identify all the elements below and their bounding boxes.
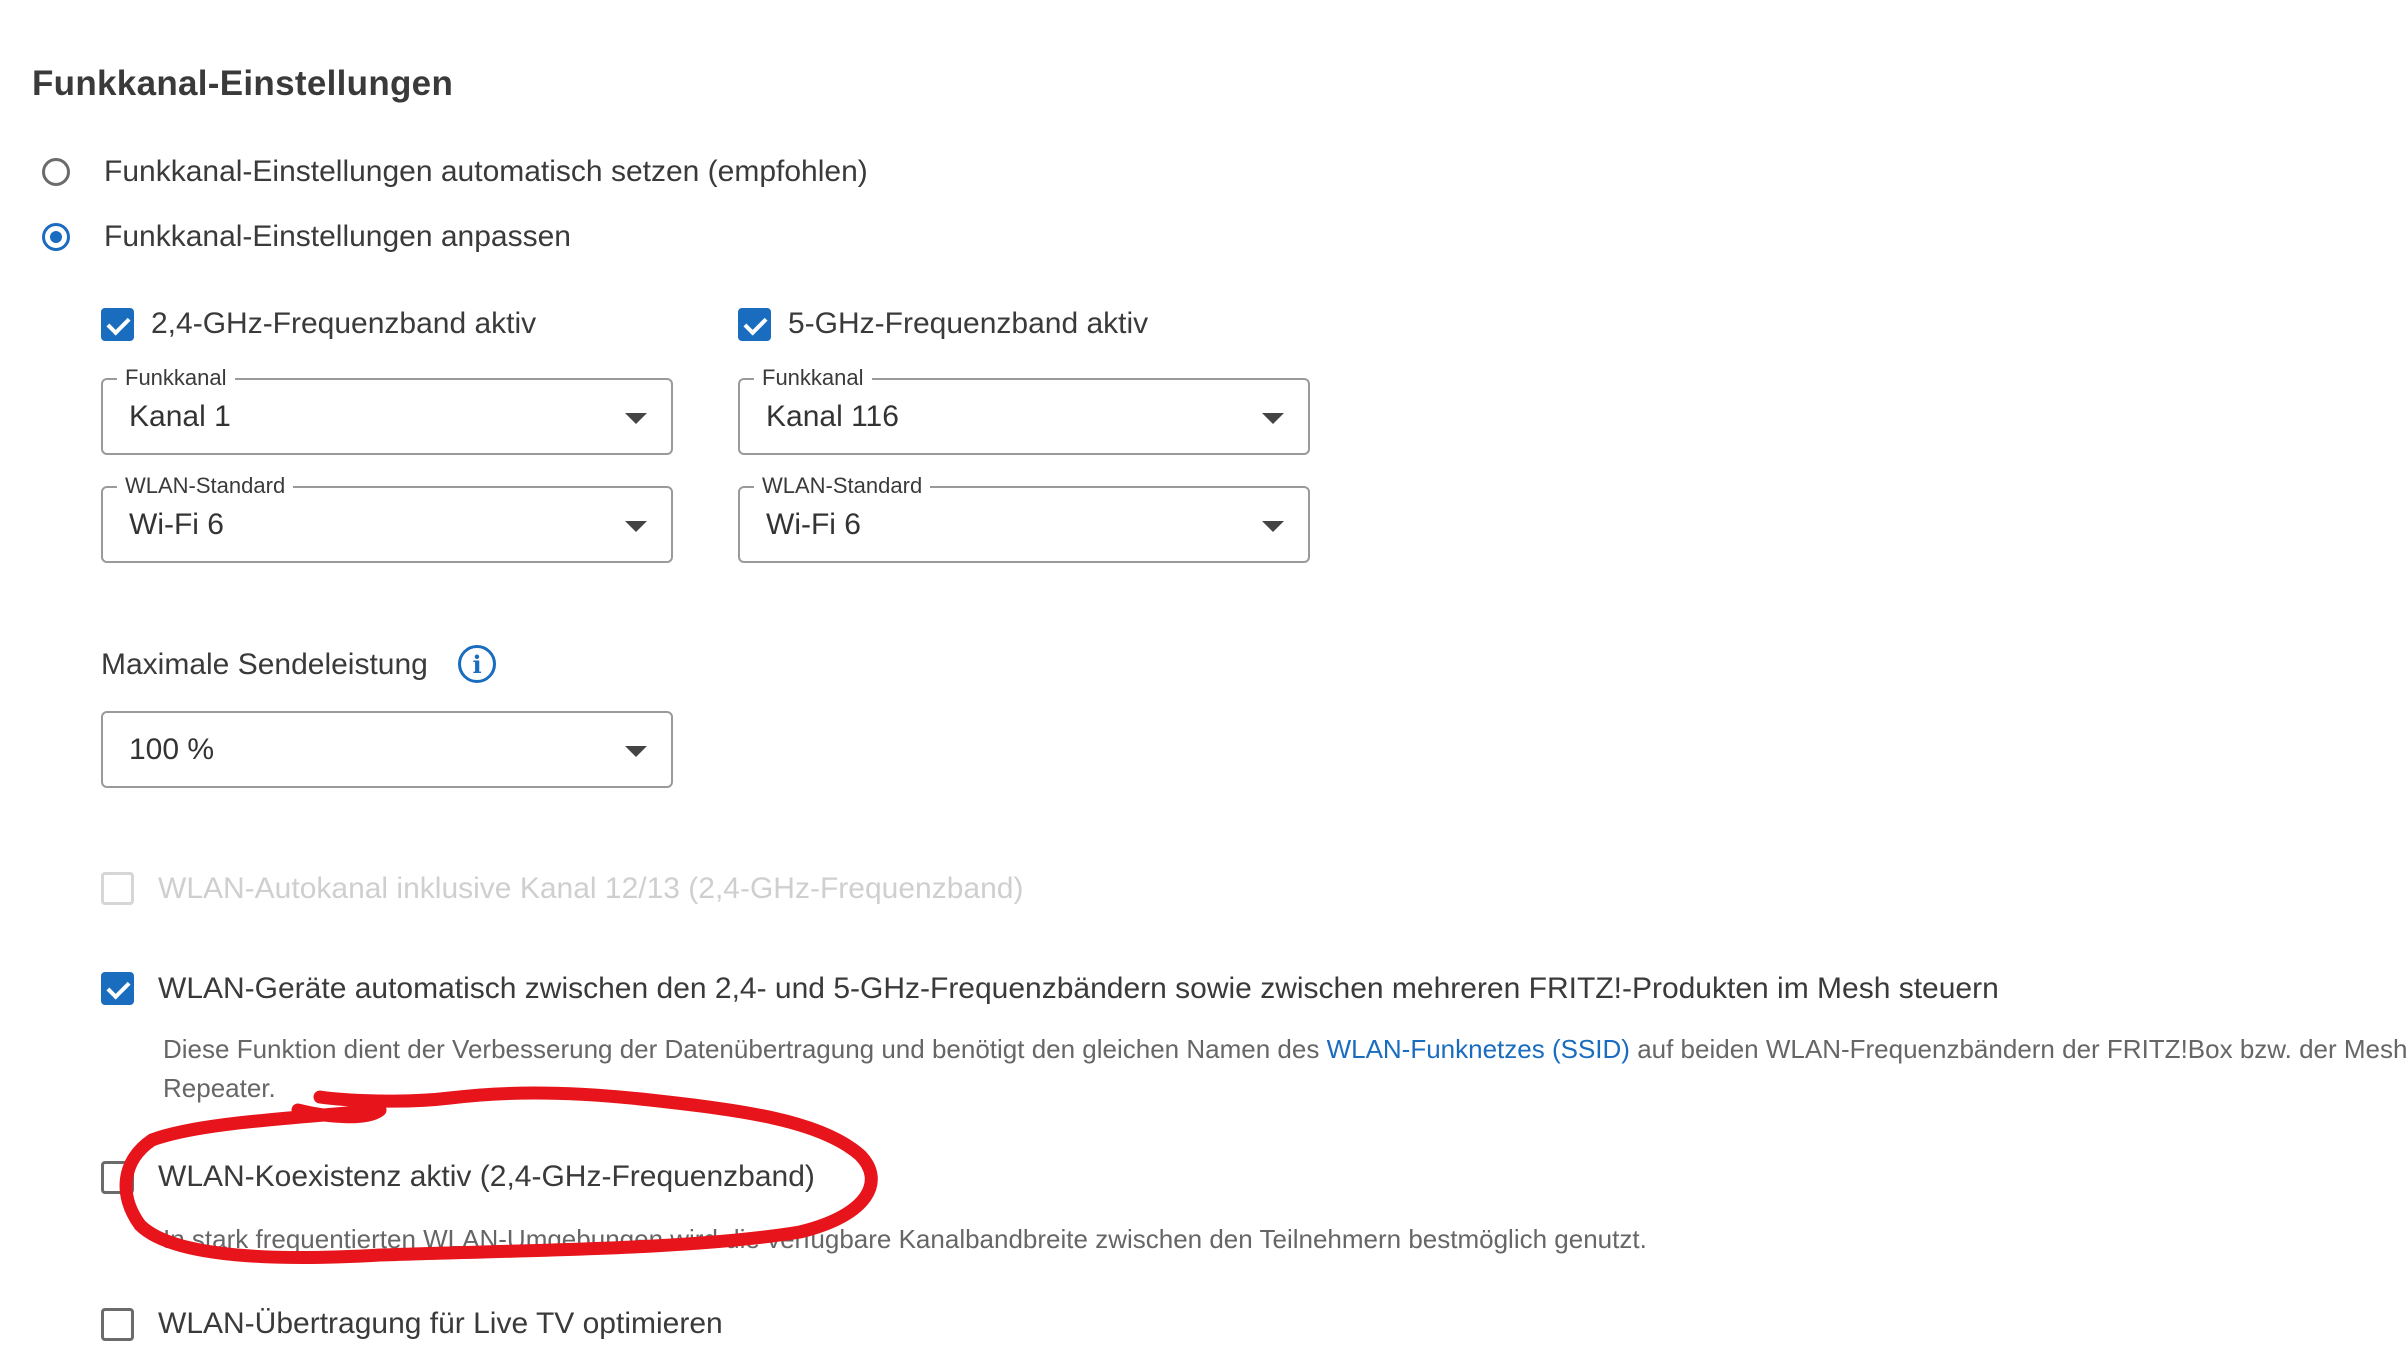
band24-standard-select[interactable]: WLAN-Standard Wi-Fi 6 xyxy=(101,473,673,563)
band24-channel-legend: Funkkanal xyxy=(117,365,235,391)
autochannel-checkbox xyxy=(101,872,134,905)
band24-channel-select[interactable]: Funkkanal Kanal 1 xyxy=(101,365,673,455)
band5-checkbox[interactable] xyxy=(738,308,771,341)
coexistence-label[interactable]: WLAN-Koexistenz aktiv (2,4-GHz-Frequenzb… xyxy=(158,1160,815,1194)
chevron-down-icon xyxy=(625,413,647,424)
radio-auto-label[interactable]: Funkkanal-Einstellungen automatisch setz… xyxy=(104,155,868,189)
band5-label[interactable]: 5-GHz-Frequenzband aktiv xyxy=(788,307,1148,341)
band24-standard-value: Wi-Fi 6 xyxy=(129,508,224,541)
steering-description-line2: Repeater. xyxy=(163,1073,276,1103)
steering-desc-text-2: auf beiden WLAN-Frequenzbändern der FRIT… xyxy=(1629,1034,2407,1064)
steering-checkbox[interactable] xyxy=(101,972,134,1005)
ssid-link[interactable]: WLAN-Funknetzes (SSID) xyxy=(1327,1034,1630,1064)
chevron-down-icon xyxy=(1262,413,1284,424)
steering-desc-text: Diese Funktion dient der Verbesserung de… xyxy=(163,1034,1327,1064)
chevron-down-icon xyxy=(625,521,647,532)
coexistence-description: In stark frequentierten WLAN-Umgebungen … xyxy=(163,1224,1647,1254)
band5-standard-value: Wi-Fi 6 xyxy=(766,508,861,541)
section-title: Funkkanal-Einstellungen xyxy=(32,64,454,103)
radio-custom[interactable] xyxy=(42,223,70,251)
chevron-down-icon xyxy=(625,746,647,757)
power-label: Maximale Sendeleistung xyxy=(101,648,428,681)
coexistence-checkbox[interactable] xyxy=(101,1161,134,1194)
steering-label[interactable]: WLAN-Geräte automatisch zwischen den 2,4… xyxy=(158,972,1999,1006)
autochannel-label: WLAN-Autokanal inklusive Kanal 12/13 (2,… xyxy=(158,872,1024,905)
band24-checkbox[interactable] xyxy=(101,308,134,341)
power-select[interactable]: 100 % xyxy=(101,711,673,788)
band5-channel-select[interactable]: Funkkanal Kanal 116 xyxy=(738,365,1310,455)
radio-custom-label[interactable]: Funkkanal-Einstellungen anpassen xyxy=(104,220,571,254)
band5-standard-legend: WLAN-Standard xyxy=(754,473,931,499)
steering-description: Diese Funktion dient der Verbesserung de… xyxy=(163,1034,2407,1065)
band24-label[interactable]: 2,4-GHz-Frequenzband aktiv xyxy=(151,307,536,341)
band5-channel-value: Kanal 116 xyxy=(766,400,899,433)
info-icon[interactable]: i xyxy=(458,645,496,683)
band24-standard-legend: WLAN-Standard xyxy=(117,473,294,499)
band24-channel-value: Kanal 1 xyxy=(129,400,231,433)
livetv-label[interactable]: WLAN-Übertragung für Live TV optimieren xyxy=(158,1307,723,1341)
band5-standard-select[interactable]: WLAN-Standard Wi-Fi 6 xyxy=(738,473,1310,563)
chevron-down-icon xyxy=(1262,521,1284,532)
livetv-checkbox[interactable] xyxy=(101,1308,134,1341)
band5-channel-legend: Funkkanal xyxy=(754,365,872,391)
power-value: 100 % xyxy=(129,733,215,766)
radio-auto[interactable] xyxy=(42,158,70,186)
